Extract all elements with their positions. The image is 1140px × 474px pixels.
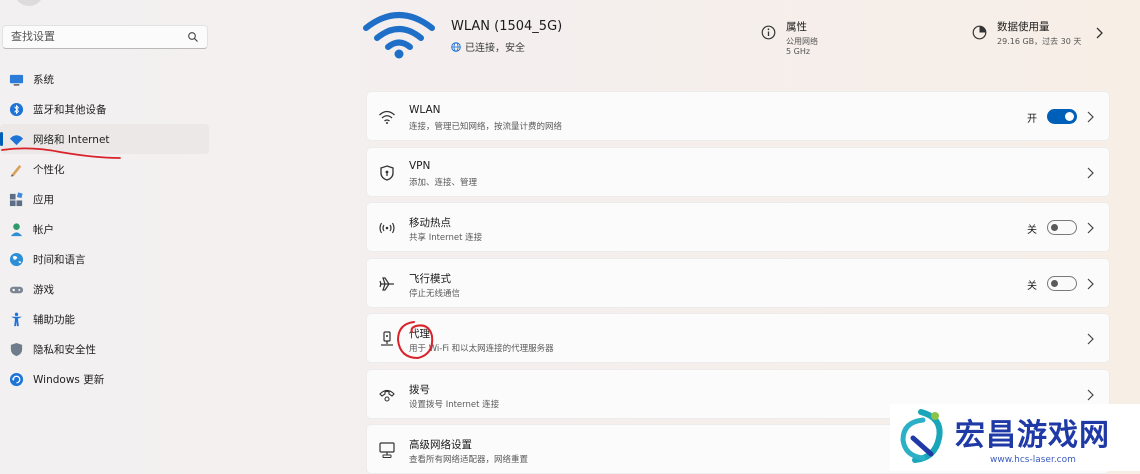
card-subtitle: 添加、连接、管理 [409,178,478,188]
gamepad-icon [8,281,24,297]
card-subtitle: 停止无线通信 [409,289,461,299]
sidebar-item-label: 时间和语言 [33,253,86,266]
properties-title: 属性 [786,21,807,33]
network-status-text: 已连接，安全 [465,43,525,54]
search-box[interactable] [2,25,208,49]
watermark-url: www.hcs-laser.com [990,455,1076,465]
update-icon [8,371,24,387]
sidebar-item-windows-update[interactable]: Windows 更新 [0,364,209,394]
sidebar-item-gaming[interactable]: 游戏 [0,274,209,304]
search-icon [188,32,198,42]
person-icon [8,221,24,237]
mobile-hotspot-toggle[interactable] [1047,220,1077,235]
card-title: 拨号 [409,384,430,396]
monitor-icon [8,71,24,87]
sidebar-item-bluetooth[interactable]: 蓝牙和其他设备 [0,94,209,124]
annotation-circle [396,321,434,360]
card-title: 移动热点 [409,217,451,229]
toggle-state-label: 关 [1027,281,1037,292]
sidebar-item-time-language[interactable]: 时间和语言 [0,244,209,274]
airplane-icon [379,277,394,291]
chevron-right-icon [1087,222,1094,234]
vpn-card[interactable]: VPN 添加、连接、管理 [366,147,1110,197]
network-name: WLAN (1504_5G) [451,19,563,34]
wifi-icon [379,110,395,124]
globe-icon [451,41,461,52]
wifi-hero-icon [363,12,435,59]
card-subtitle: 共享 Internet 连接 [409,233,483,243]
card-subtitle: 连接，管理已知网络，按流量计费的网络 [409,122,563,132]
watermark-text: 宏昌游戏网 [955,418,1110,453]
sidebar-item-accessibility[interactable]: 辅助功能 [0,304,209,334]
globe-icon [8,251,24,267]
sidebar-nav: 系统 蓝牙和其他设备 网络和 Internet 个性化 应用 帐户 时间和语言 … [0,64,209,394]
network-status: 已连接，安全 [451,39,525,54]
card-title: 高级网络设置 [409,439,472,451]
hotspot-icon [379,222,395,234]
mobile-hotspot-card[interactable]: 移动热点 共享 Internet 连接 关 [366,202,1110,252]
card-title: WLAN [409,104,441,116]
apps-icon [8,191,24,207]
sidebar-item-label: 蓝牙和其他设备 [33,103,107,116]
chevron-right-icon [1087,167,1094,179]
pie-chart-icon [972,25,987,40]
sidebar-item-label: 应用 [33,193,54,206]
chevron-right-icon [1087,278,1094,290]
info-icon [761,25,776,40]
airplane-mode-card[interactable]: 飞行模式 停止无线通信 关 [366,258,1110,308]
sidebar-item-label: 帐户 [33,223,54,236]
sidebar-item-label: 辅助功能 [33,313,75,326]
wlan-card[interactable]: WLAN 连接，管理已知网络，按流量计费的网络 开 [366,91,1110,141]
dialup-icon [379,389,395,402]
sidebar-item-label: 游戏 [33,283,54,296]
proxy-card[interactable]: 代理 用于 Wi-Fi 和以太网连接的代理服务器 [366,313,1110,363]
vpn-shield-icon [380,165,394,181]
chevron-right-icon [1087,111,1094,123]
watermark-logo-icon [900,409,943,463]
advanced-network-icon [379,442,395,458]
properties-network-type: 公用网络 [786,37,818,46]
card-subtitle: 设置拨号 Internet 连接 [409,400,500,410]
card-title: 飞行模式 [409,273,451,285]
sidebar-item-system[interactable]: 系统 [0,64,209,94]
avatar[interactable] [14,0,44,6]
card-subtitle: 查看所有网络适配器，网络重置 [409,455,529,465]
annotation-underline [1,147,121,159]
bluetooth-icon [8,101,24,117]
sidebar-item-label: 隐私和安全性 [33,343,96,356]
accessibility-icon [8,311,24,327]
chevron-right-icon [1087,333,1094,345]
data-usage-amount: 29.16 GB，过去 30 天 [997,37,1082,46]
card-title: VPN [409,160,431,172]
properties-band: 5 GHz [786,47,811,56]
chevron-right-icon [1096,27,1103,39]
toggle-state-label: 开 [1027,114,1037,125]
sidebar-item-apps[interactable]: 应用 [0,184,209,214]
data-usage-title: 数据使用量 [997,21,1050,33]
chevron-right-icon [1087,389,1094,401]
sidebar-item-privacy[interactable]: 隐私和安全性 [0,334,209,364]
wlan-toggle[interactable] [1047,109,1077,124]
shield-icon [8,341,24,357]
sidebar-item-label: 系统 [33,73,54,86]
search-input[interactable] [9,29,183,44]
toggle-state-label: 关 [1027,225,1037,236]
sidebar-item-accounts[interactable]: 帐户 [0,214,209,244]
airplane-mode-toggle[interactable] [1047,276,1077,291]
sidebar-item-label: Windows 更新 [33,373,105,386]
